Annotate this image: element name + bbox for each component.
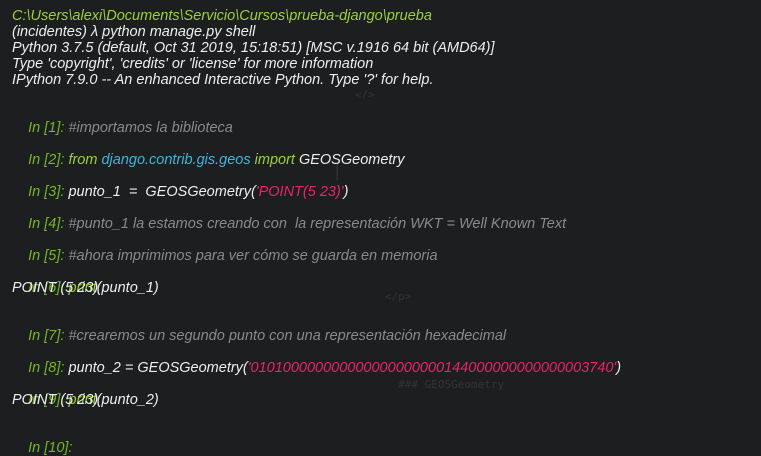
command-line: (incidentes) λ python manage.py shell [12, 24, 256, 40]
python-info: Python 3.7.5 (default, Oct 31 2019, 15:1… [12, 40, 495, 56]
string-literal: '010100000000000000000000144000000000000… [247, 360, 617, 376]
code-comment: #importamos la biblioteca [68, 120, 233, 136]
code-text: (punto_2) [96, 392, 159, 408]
output-line: POINT (5 23) [12, 280, 99, 296]
prompt: In [4]: [28, 216, 69, 232]
prompt: In [1]: [28, 120, 69, 136]
code-text: ) [616, 360, 622, 376]
prompt: In [8]: [28, 360, 69, 376]
code-text: ) [343, 184, 349, 200]
prompt: In [2]: [28, 152, 69, 168]
string-literal: 'POINT(5 23)' [255, 184, 344, 200]
terminal-window[interactable]: </> | </p> ### GEOSGeometry C:\Users\ale… [0, 0, 761, 456]
output-line: POINT (5 23) [12, 392, 99, 408]
code-text: punto_2 = GEOSGeometry( [68, 360, 248, 376]
path-line: C:\Users\alexi\Documents\Servicio\Cursos… [12, 8, 432, 24]
code-text: punto_1 = GEOSGeometry( [68, 184, 256, 200]
ipython-info: IPython 7.9.0 -- An enhanced Interactive… [12, 72, 434, 88]
prompt: In [3]: [28, 184, 69, 200]
input-cell-10[interactable]: In [10]: [12, 424, 77, 456]
imported-name: GEOSGeometry [298, 152, 405, 168]
code-comment: #punto_1 la estamos creando con la repre… [68, 216, 567, 232]
keyword-import: import [250, 152, 299, 168]
prompt: In [10]: [28, 440, 77, 456]
prompt: In [7]: [28, 328, 69, 344]
keyword-from: from [68, 152, 102, 168]
module-name: django.contrib.gis.geos [101, 152, 251, 168]
prompt: In [5]: [28, 248, 69, 264]
code-comment: #ahora imprimimos para ver cómo se guard… [68, 248, 438, 264]
code-comment: #crearemos un segundo punto con una repr… [68, 328, 507, 344]
type-info: Type 'copyright', 'credits' or 'license'… [12, 56, 374, 72]
code-text: (punto_1) [96, 280, 159, 296]
background-editor-text: </p> [365, 290, 412, 303]
background-editor-text: </> [355, 88, 375, 101]
